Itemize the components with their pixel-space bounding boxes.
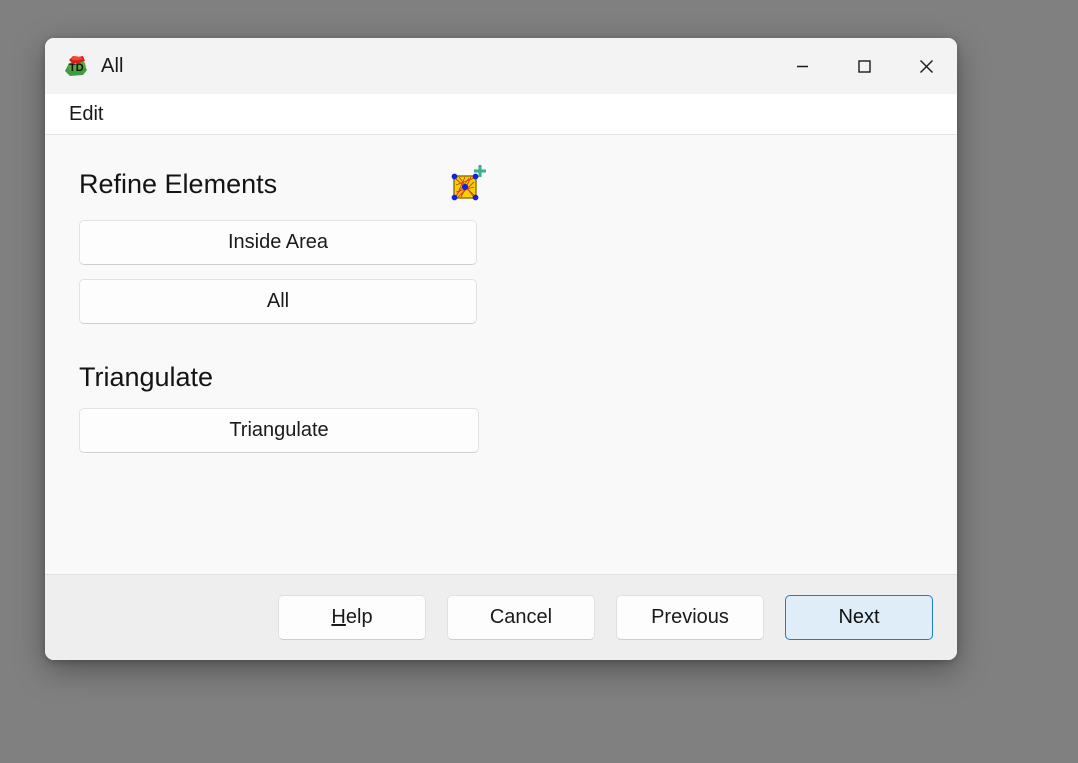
inside-area-button[interactable]: Inside Area [79, 220, 477, 265]
next-button[interactable]: Next [785, 595, 933, 640]
refine-button-stack: Inside Area All [79, 220, 923, 324]
minimize-button[interactable] [771, 38, 833, 94]
previous-button[interactable]: Previous [616, 595, 764, 640]
triangulate-button-stack: Triangulate [79, 408, 923, 454]
maximize-icon [857, 59, 871, 73]
menu-bar: Edit [45, 94, 957, 135]
help-button[interactable]: Help [278, 595, 426, 640]
window-title: All [101, 54, 124, 77]
close-button[interactable] [895, 38, 957, 94]
dialog-footer: Help Cancel Previous Next [45, 574, 957, 660]
all-button[interactable]: All [79, 279, 477, 324]
maximize-button[interactable] [833, 38, 895, 94]
title-bar[interactable]: TD All [45, 38, 957, 94]
application-window: TD All Edit Refine Elements Inside Area … [0, 0, 1078, 763]
close-icon [919, 59, 933, 73]
section-triangulate: Triangulate Triangulate [79, 362, 923, 454]
section-header-refine: Refine Elements [79, 165, 486, 205]
triangulate-button[interactable]: Triangulate [79, 408, 479, 454]
refine-elements-dialog: TD All Edit Refine Elements Inside Area … [45, 38, 957, 660]
terrain-td-icon: TD [65, 56, 87, 76]
help-label-rest: elp [345, 606, 373, 628]
title-bar-left: TD All [45, 54, 771, 78]
section-refine-elements: Refine Elements Inside Area All [79, 165, 923, 324]
section-title-triangulate: Triangulate [79, 362, 214, 392]
help-accelerator: H [331, 606, 346, 628]
minimize-icon [796, 65, 808, 67]
menu-edit[interactable]: Edit [61, 101, 111, 128]
section-title-refine-elements: Refine Elements [79, 169, 278, 200]
window-controls [771, 38, 957, 94]
refine-elements-icon [451, 165, 486, 201]
svg-text:TD: TD [69, 62, 84, 74]
cancel-button[interactable]: Cancel [447, 595, 595, 640]
section-header-triangulate: Triangulate [79, 362, 479, 393]
dialog-body: Refine Elements Inside Area All Triangul… [45, 135, 957, 574]
